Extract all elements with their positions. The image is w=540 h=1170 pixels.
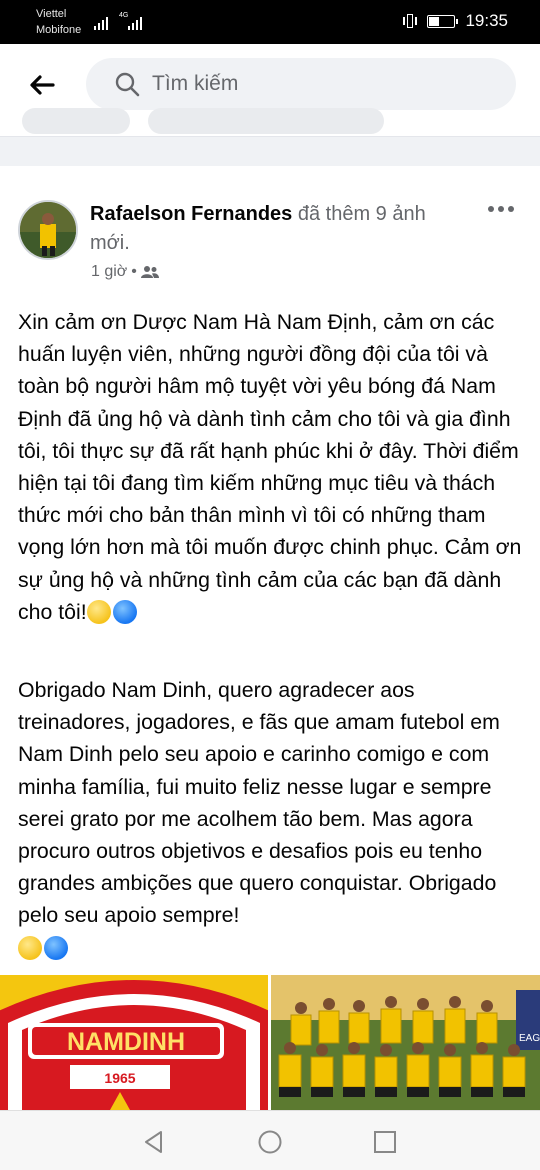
- filter-chip[interactable]: [148, 108, 384, 134]
- signal-icon-2: [128, 14, 142, 30]
- filter-chip[interactable]: [22, 108, 130, 134]
- network-type: 4G: [119, 12, 129, 19]
- avatar-image: [20, 202, 76, 258]
- post-body-pt: Obrigado Nam Dinh, quero agradecer aos t…: [18, 678, 500, 928]
- more-options-button[interactable]: [488, 206, 514, 212]
- blue-circle-emoji: [44, 935, 68, 960]
- team-photo-image: EAG: [271, 975, 540, 1110]
- back-button[interactable]: [22, 68, 62, 102]
- author-name[interactable]: Rafaelson Fernandes: [90, 203, 292, 225]
- search-icon: [115, 72, 140, 97]
- carrier-labels: Viettel Mobifone: [36, 6, 81, 38]
- logo-text: NAMDINH: [67, 1028, 185, 1056]
- banner-text: EAG: [519, 1033, 540, 1044]
- photo-grid: NAMDINH 1965 EAG: [0, 975, 540, 1110]
- logo-year: 1965: [104, 1070, 135, 1086]
- system-nav-bar: [0, 1110, 540, 1170]
- photo-team[interactable]: EAG: [271, 975, 540, 1110]
- meta-separator: •: [131, 263, 137, 280]
- arrow-left-icon: [30, 75, 55, 95]
- search-placeholder: Tìm kiếm: [152, 72, 239, 95]
- vibrate-icon: [403, 13, 418, 29]
- signal-icon: [94, 14, 108, 30]
- blue-circle-emoji: [112, 599, 137, 624]
- feed-separator: [0, 136, 540, 166]
- triangle-back-icon[interactable]: [141, 1129, 167, 1155]
- post-text-portuguese: Obrigado Nam Dinh, quero agradecer aos t…: [18, 674, 528, 964]
- photo-club-logo[interactable]: NAMDINH 1965: [0, 975, 268, 1110]
- club-logo-image: NAMDINH 1965: [0, 975, 268, 1110]
- clock: 19:35: [465, 11, 508, 30]
- circle-home-icon[interactable]: [257, 1129, 283, 1155]
- filter-chips: [0, 108, 540, 136]
- status-bar: Viettel Mobifone 4G 19:35: [0, 0, 540, 44]
- post-text-vietnamese: Xin cảm ơn Dược Nam Hà Nam Định, cảm ơn …: [18, 306, 528, 628]
- yellow-circle-emoji: [18, 935, 42, 960]
- friends-icon: [140, 266, 159, 278]
- post-header: Rafaelson Fernandes đã thêm 9 ảnh mới.: [90, 200, 450, 258]
- screen: Viettel Mobifone 4G 19:35 Tìm kiếm Rafae…: [0, 0, 540, 1170]
- post-card: Rafaelson Fernandes đã thêm 9 ảnh mới. 1…: [0, 166, 540, 976]
- carrier-2: Mobifone: [36, 24, 82, 36]
- post-body-vi: Xin cảm ơn Dược Nam Hà Nam Định, cảm ơn …: [18, 310, 522, 624]
- square-recents-icon[interactable]: [372, 1129, 398, 1155]
- carrier-1: Viettel: [36, 8, 67, 20]
- yellow-circle-emoji: [86, 599, 111, 624]
- more-horizontal-icon: [488, 206, 494, 212]
- search-input[interactable]: Tìm kiếm: [86, 58, 516, 110]
- avatar[interactable]: [18, 200, 78, 260]
- battery-icon: [427, 14, 459, 28]
- status-right: 19:35: [403, 11, 508, 31]
- post-time[interactable]: 1 giờ: [91, 263, 127, 281]
- post-meta: 1 giờ •: [91, 263, 159, 281]
